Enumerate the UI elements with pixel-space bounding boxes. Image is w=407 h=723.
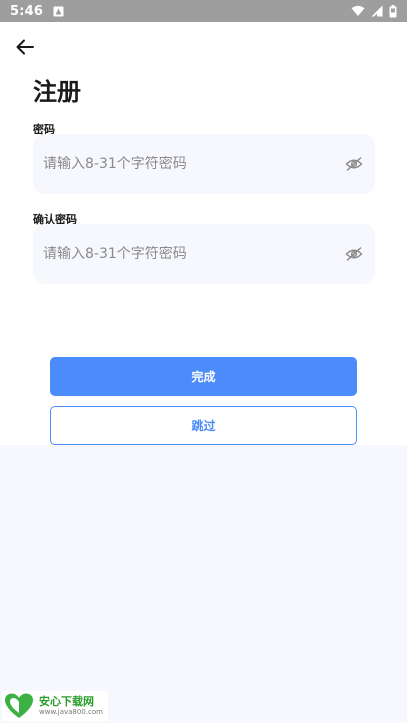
back-button[interactable] [12, 36, 38, 58]
status-icons [351, 4, 397, 18]
confirm-password-input[interactable] [43, 246, 343, 262]
confirm-password-visibility-toggle[interactable] [343, 243, 365, 265]
password-input[interactable] [43, 156, 343, 172]
watermark: 安心下载网 www.java800.com [2, 691, 108, 721]
battery-icon [389, 4, 397, 18]
register-page: 注册 密码 确认密码 完成 跳过 [0, 22, 407, 445]
complete-button[interactable]: 完成 [50, 357, 357, 396]
skip-button[interactable]: 跳过 [50, 406, 357, 445]
eye-off-icon [345, 157, 363, 171]
page-title: 注册 [33, 78, 81, 106]
watermark-name: 安心下载网 [39, 695, 94, 708]
password-field [33, 134, 375, 194]
arrow-left-icon [16, 39, 34, 55]
confirm-password-field [33, 224, 375, 284]
heart-logo-icon [5, 693, 33, 718]
password-visibility-toggle[interactable] [343, 153, 365, 175]
wifi-icon [351, 5, 365, 17]
background-area: 安心下载网 www.java800.com [0, 445, 407, 723]
eye-off-icon [345, 247, 363, 261]
app-notification-icon [53, 6, 64, 17]
signal-icon [371, 5, 383, 17]
status-time: 5:46 [10, 3, 44, 19]
watermark-url: www.java800.com [39, 708, 103, 716]
status-bar: 5:46 [0, 0, 407, 22]
